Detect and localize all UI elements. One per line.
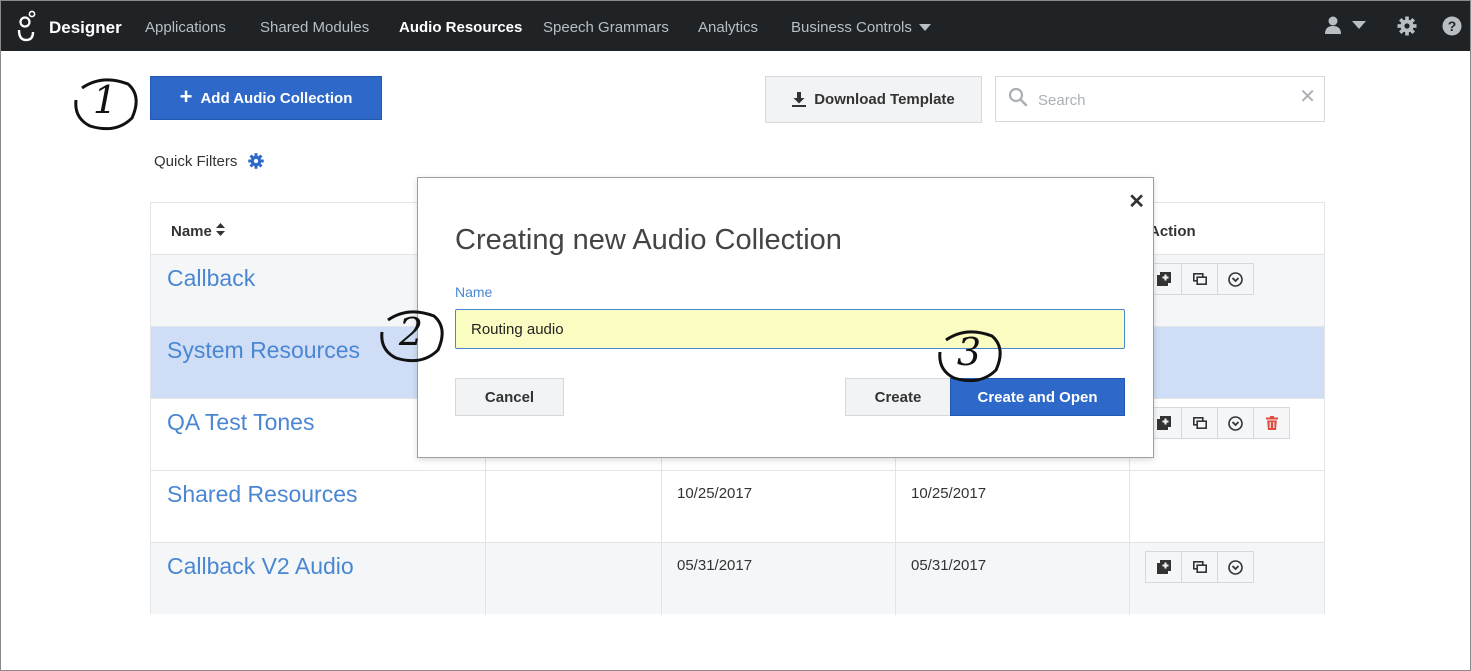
step-annotation-3: 3 bbox=[936, 326, 1006, 386]
row-menu-button[interactable] bbox=[1217, 263, 1254, 295]
nav-item-shared-modules[interactable]: Shared Modules bbox=[260, 19, 369, 36]
user-icon bbox=[1325, 16, 1341, 34]
gear-icon[interactable] bbox=[1396, 15, 1418, 37]
duplicate-icon bbox=[1156, 416, 1171, 430]
brand-title: Designer bbox=[49, 18, 122, 37]
add-audio-collection-button[interactable]: + Add Audio Collection bbox=[150, 76, 382, 120]
column-divider bbox=[895, 471, 896, 543]
add-audio-collection-label: Add Audio Collection bbox=[200, 89, 353, 107]
row-menu-button[interactable] bbox=[1217, 407, 1254, 439]
step-annotation-1: 1 bbox=[72, 74, 142, 134]
column-divider bbox=[1129, 471, 1130, 543]
copy-button[interactable] bbox=[1181, 551, 1218, 583]
name-field-label: Name bbox=[455, 284, 493, 300]
search-input[interactable] bbox=[1038, 89, 1298, 111]
column-header-action: Action bbox=[1149, 223, 1196, 240]
plus-icon: + bbox=[179, 84, 193, 109]
created-date: 05/31/2017 bbox=[677, 557, 753, 574]
step-number: 1 bbox=[92, 78, 118, 122]
row-actions bbox=[1145, 407, 1290, 439]
cancel-button[interactable]: Cancel bbox=[455, 378, 564, 416]
nav-item-label: Business Controls bbox=[791, 19, 912, 36]
step-number: 2 bbox=[398, 310, 424, 354]
table-row: Shared Resources 10/25/2017 10/25/2017 bbox=[151, 471, 1324, 543]
row-actions bbox=[1145, 551, 1254, 583]
created-date: 10/25/2017 bbox=[677, 485, 753, 502]
nav-item-business-controls[interactable]: Business Controls bbox=[791, 19, 932, 36]
genesys-logo-icon bbox=[17, 10, 36, 42]
quick-filters: Quick Filters bbox=[154, 152, 265, 170]
download-icon bbox=[792, 92, 807, 107]
top-nav: Designer Applications Shared Modules Aud… bbox=[1, 1, 1470, 51]
row-menu-button[interactable] bbox=[1217, 551, 1254, 583]
column-header-name-label: Name bbox=[171, 223, 212, 240]
help-icon[interactable]: ? bbox=[1441, 15, 1463, 37]
nav-item-speech-grammars[interactable]: Speech Grammars bbox=[543, 19, 669, 36]
nav-item-applications[interactable]: Applications bbox=[145, 19, 226, 36]
trash-icon bbox=[1265, 416, 1278, 430]
user-menu[interactable] bbox=[1324, 15, 1366, 35]
create-audio-collection-dialog: ✕ Creating new Audio Collection Name Can… bbox=[417, 177, 1154, 458]
step-number: 3 bbox=[956, 330, 982, 374]
caret-down-icon bbox=[919, 24, 932, 31]
modified-date: 10/25/2017 bbox=[911, 485, 987, 502]
collection-name-link[interactable]: Callback V2 Audio bbox=[167, 553, 354, 580]
collection-name-link[interactable]: Shared Resources bbox=[167, 481, 358, 508]
search-icon bbox=[1008, 87, 1028, 107]
copy-icon bbox=[1192, 273, 1207, 285]
gear-icon[interactable] bbox=[247, 152, 265, 170]
sort-icon bbox=[216, 223, 226, 236]
column-header-name[interactable]: Name bbox=[171, 223, 226, 240]
column-divider bbox=[485, 471, 486, 543]
download-template-label: Download Template bbox=[814, 91, 955, 108]
copy-icon bbox=[1192, 417, 1207, 429]
duplicate-icon bbox=[1156, 272, 1171, 286]
delete-button[interactable] bbox=[1253, 407, 1290, 439]
copy-button[interactable] bbox=[1181, 407, 1218, 439]
close-icon[interactable]: ✕ bbox=[1128, 192, 1145, 212]
table-row: Callback V2 Audio 05/31/2017 05/31/2017 bbox=[151, 543, 1324, 615]
collection-name-link[interactable]: QA Test Tones bbox=[167, 409, 314, 436]
collection-name-input[interactable] bbox=[455, 309, 1125, 349]
collection-name-link[interactable]: Callback bbox=[167, 265, 255, 292]
quick-filters-label: Quick Filters bbox=[154, 152, 238, 170]
chevron-down-circle-icon bbox=[1228, 415, 1243, 431]
step-annotation-2: 2 bbox=[378, 306, 448, 366]
duplicate-button[interactable] bbox=[1145, 551, 1182, 583]
duplicate-icon bbox=[1156, 560, 1171, 574]
chevron-down-circle-icon bbox=[1228, 559, 1243, 575]
column-divider bbox=[1129, 543, 1130, 615]
nav-item-analytics[interactable]: Analytics bbox=[698, 19, 758, 36]
row-actions bbox=[1145, 263, 1254, 295]
chevron-down-circle-icon bbox=[1228, 271, 1243, 287]
column-divider bbox=[661, 543, 662, 615]
modified-date: 05/31/2017 bbox=[911, 557, 987, 574]
copy-icon bbox=[1192, 561, 1207, 573]
column-divider bbox=[661, 471, 662, 543]
copy-button[interactable] bbox=[1181, 263, 1218, 295]
dialog-title: Creating new Audio Collection bbox=[455, 224, 842, 256]
column-divider bbox=[485, 543, 486, 615]
svg-text:?: ? bbox=[1448, 18, 1457, 34]
nav-item-audio-resources[interactable]: Audio Resources bbox=[399, 19, 522, 36]
column-divider bbox=[895, 543, 896, 615]
collection-name-link[interactable]: System Resources bbox=[167, 337, 360, 364]
search-box: ✕ bbox=[995, 76, 1325, 122]
download-template-button[interactable]: Download Template bbox=[765, 76, 982, 123]
clear-search-icon[interactable]: ✕ bbox=[1299, 87, 1316, 107]
caret-down-icon bbox=[1352, 21, 1366, 29]
